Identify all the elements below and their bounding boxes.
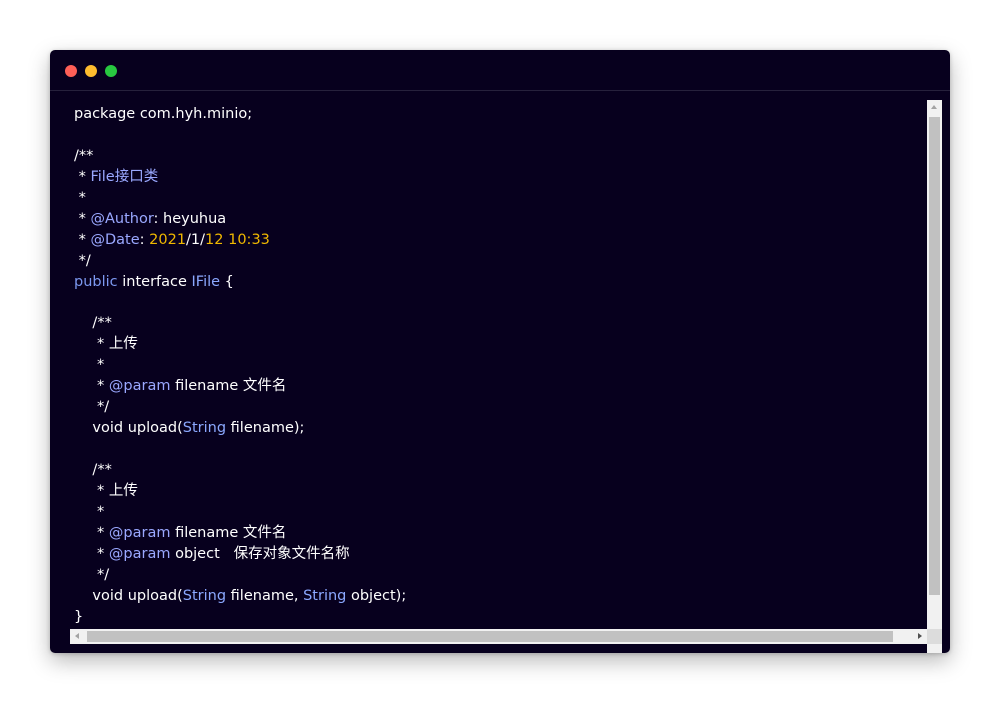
code-token: 10:33 (228, 231, 270, 248)
code-token: void upload( (74, 420, 183, 437)
code-token: /1/ (186, 231, 206, 248)
scrollbar-corner (927, 629, 942, 644)
code-token: package com.hyh.minio; (74, 106, 253, 122)
code-token: } (74, 608, 84, 625)
code-token: * (74, 168, 91, 185)
code-line: * @param object 保存对象文件名称 (74, 544, 406, 565)
code-token: @param (108, 378, 171, 395)
code-token: object); (346, 587, 407, 604)
code-line: * 上传 (74, 334, 406, 355)
code-line: */ (74, 397, 406, 418)
code-token: * (74, 524, 109, 541)
scroll-right-arrow-icon[interactable] (912, 629, 927, 644)
code-token: public (74, 273, 118, 290)
code-token: */ (74, 252, 91, 269)
maximize-dot-icon[interactable] (105, 65, 117, 77)
code-line: * (74, 355, 406, 376)
code-line: * (74, 502, 406, 523)
code-line: /** (74, 313, 406, 334)
code-window: package com.hyh.minio; /** * File接口类 * * … (50, 50, 950, 653)
code-editor[interactable]: package com.hyh.minio; /** * File接口类 * * … (70, 100, 926, 628)
code-token: * (74, 231, 91, 248)
code-line: /** (74, 460, 406, 481)
code-token: * (74, 503, 105, 520)
code-token: File接口类 (90, 168, 159, 185)
code-token: */ (74, 399, 110, 416)
code-token: String (182, 587, 227, 604)
scroll-up-arrow-icon[interactable] (927, 100, 942, 115)
code-line: void upload(String filename, String obje… (74, 586, 406, 607)
code-token: object 保存对象文件名称 (170, 545, 350, 562)
code-line: } (74, 607, 406, 628)
code-token: interface (117, 273, 192, 290)
code-line: package com.hyh.minio; (74, 104, 406, 125)
code-token: /** (74, 315, 112, 332)
minimize-dot-icon[interactable] (85, 65, 97, 77)
code-token: * (74, 378, 109, 395)
code-token: String (303, 587, 347, 604)
code-token: @Date (90, 231, 140, 248)
code-token: /** (74, 147, 94, 164)
code-token: */ (74, 566, 110, 583)
code-token: * 上传 (74, 336, 138, 353)
code-token: filename); (226, 420, 305, 437)
code-token: : (139, 231, 150, 248)
code-line: * @Date: 2021/1/12 10:33 (74, 230, 406, 251)
code-token: void upload( (74, 587, 183, 604)
code-line: public interface IFile { (74, 272, 406, 293)
code-block: package com.hyh.minio; /** * File接口类 * * … (74, 104, 406, 627)
code-token: * 上传 (74, 482, 138, 499)
vertical-scrollbar[interactable] (927, 100, 942, 653)
code-token: /** (74, 461, 112, 478)
code-line: */ (74, 565, 406, 586)
code-line: * @Author: heyuhua (74, 209, 406, 230)
code-token: String (182, 420, 227, 437)
close-dot-icon[interactable] (65, 65, 77, 77)
code-line: * 上传 (74, 481, 406, 502)
code-token: filename, (226, 587, 304, 604)
code-token: 12 (205, 231, 224, 248)
vertical-scrollbar-thumb[interactable] (929, 117, 940, 595)
code-token: filename 文件名 (170, 524, 287, 541)
horizontal-scrollbar-thumb[interactable] (87, 631, 893, 642)
code-token: * (74, 357, 105, 374)
code-token: @param (108, 545, 171, 562)
code-token: IFile (191, 273, 221, 290)
code-token: filename 文件名 (170, 378, 287, 395)
horizontal-scrollbar[interactable] (70, 629, 927, 644)
scroll-left-arrow-icon[interactable] (70, 629, 85, 644)
code-line: * @param filename 文件名 (74, 523, 406, 544)
window-titlebar (50, 50, 950, 91)
code-token: : heyuhua (153, 210, 227, 227)
code-token: * (74, 545, 109, 562)
code-line: */ (74, 251, 406, 272)
code-line: /** (74, 146, 406, 167)
code-line: void upload(String filename); (74, 418, 406, 439)
code-line: * File接口类 (74, 167, 406, 188)
code-token: @param (108, 524, 171, 541)
code-line: * @param filename 文件名 (74, 376, 406, 397)
code-line: * (74, 188, 406, 209)
code-token: * (74, 189, 86, 206)
code-token: @Author (90, 210, 154, 227)
code-token: { (220, 273, 234, 290)
code-token: 2021 (149, 231, 187, 248)
code-token: * (74, 210, 91, 227)
